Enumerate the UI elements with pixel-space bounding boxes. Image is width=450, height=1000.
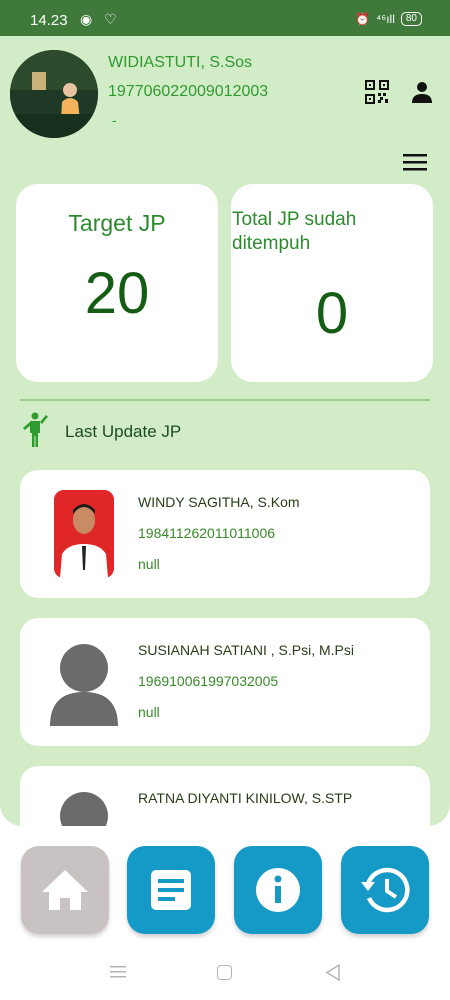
user-icon[interactable] [410,80,434,104]
avatar[interactable] [10,50,98,138]
walking-person-icon [21,412,49,448]
status-bar: 14.23 ◉ ♡ ⏰ ⁴⁶ıll 80 [0,0,450,36]
document-button[interactable] [127,846,215,934]
info-button[interactable] [234,846,322,934]
back-icon[interactable] [325,963,341,982]
document-icon [151,870,191,910]
system-nav-bar [0,950,450,1000]
total-jp-label: Total JP sudah ditempuh [232,209,357,254]
profile-name: WIDIASTUTI, S.Sos [108,54,253,71]
list-item[interactable]: RATNA DIYANTI KINILOW, S.STP [20,766,430,826]
list-item[interactable]: SUSIANAH SATIANI , S.Psi, M.Psi 19691006… [20,618,430,746]
list-item[interactable]: WINDY SAGITHA, S.Kom 198411262011011006 … [20,470,430,598]
main-panel: WIDIASTUTI, S.Sos 197706022009012003 - T… [0,36,450,826]
target-jp-label: Target JP [68,210,166,236]
total-jp-card: Total JP sudah ditempuh 0 [231,184,433,382]
alarm-icon: ⏰ [355,12,371,26]
qr-code-icon[interactable] [365,80,389,104]
profile-nip: 197706022009012003 [108,83,269,100]
item-nip: 198411262011011006 [138,525,276,541]
home-button[interactable] [21,846,109,934]
item-name: WINDY SAGITHA, S.Kom [138,494,300,510]
total-jp-value: 0 [315,281,349,346]
divider [20,399,430,401]
person-placeholder-icon [48,642,120,726]
target-jp-card: Target JP 20 [16,184,218,382]
history-icon [361,867,410,913]
notification-icons: ◉ ♡ [80,11,121,27]
signal-icon: ⁴⁶ıll [376,12,395,26]
section-title: Last Update JP [65,422,182,441]
history-button[interactable] [341,846,429,934]
menu-icon[interactable] [403,154,427,172]
system-home-icon[interactable] [217,965,232,980]
item-nip: 196910061997032005 [138,673,279,689]
item-name: RATNA DIYANTI KINILOW, S.STP [138,790,353,806]
item-info: null [138,556,160,572]
recents-icon[interactable] [110,965,126,979]
person-placeholder-icon [48,790,120,826]
home-icon [42,870,88,910]
status-time: 14.23 [30,12,68,29]
item-name: SUSIANAH SATIANI , S.Psi, M.Psi [138,642,355,658]
battery-icon: 80 [400,12,422,26]
item-info: null [138,704,160,720]
profile-extra: - [112,112,117,128]
target-jp-value: 20 [84,261,150,326]
employee-photo [54,490,114,578]
status-right: ⏰ ⁴⁶ıll 80 [355,12,422,26]
info-icon [256,868,300,912]
